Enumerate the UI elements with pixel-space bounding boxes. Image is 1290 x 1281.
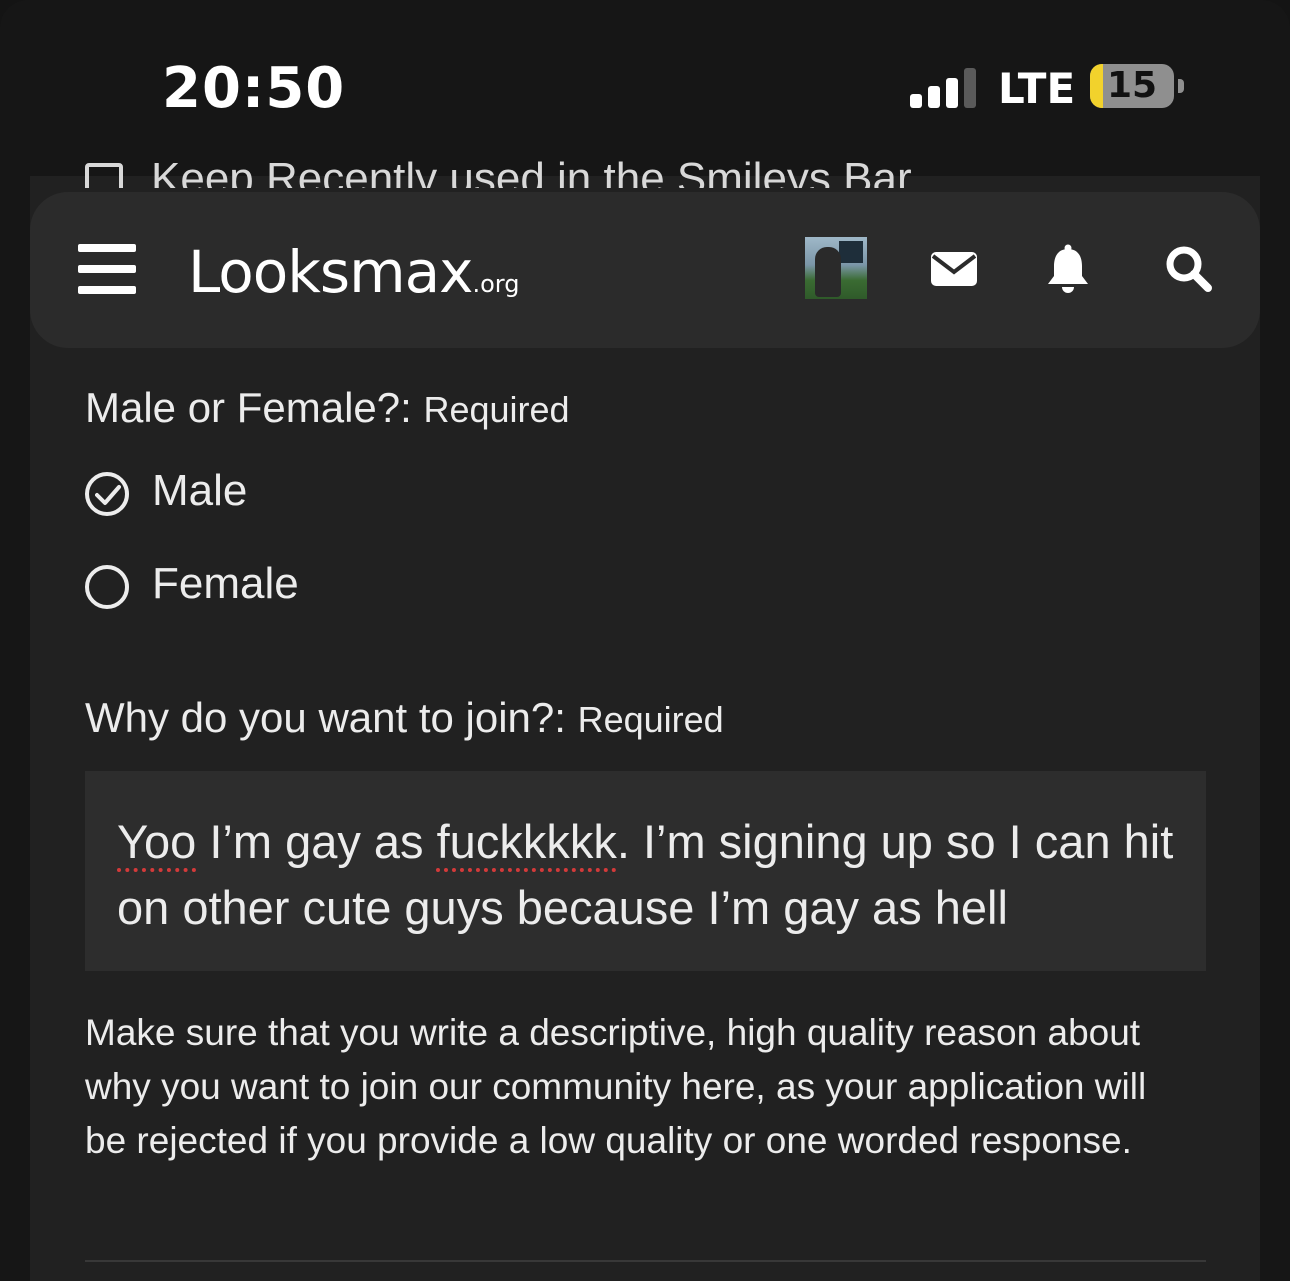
- search-icon[interactable]: [1164, 244, 1214, 294]
- bell-icon[interactable]: [1046, 244, 1096, 294]
- radio-male-label: Male: [152, 466, 248, 515]
- radio-female-label: Female: [152, 559, 299, 608]
- battery-level: 15: [1106, 65, 1158, 106]
- divider: [85, 1260, 1206, 1262]
- menu-icon[interactable]: [78, 244, 136, 294]
- network-label: LTE: [998, 64, 1076, 113]
- checkbox-icon: [85, 163, 123, 188]
- battery-icon: 15: [1090, 64, 1174, 108]
- required-tag: Required: [577, 699, 724, 740]
- reason-help-text: Make sure that you write a descriptive, …: [85, 1012, 1147, 1161]
- mail-icon[interactable]: [930, 244, 980, 294]
- misspelled-word: Yoo: [117, 815, 197, 868]
- signal-icon: [910, 68, 976, 108]
- gender-label: Male or Female?: Required: [85, 384, 570, 431]
- avatar[interactable]: [805, 237, 867, 299]
- required-tag: Required: [423, 389, 570, 430]
- reason-label: Why do you want to join?: Required: [85, 694, 724, 741]
- site-logo[interactable]: Looksmax.org: [188, 238, 519, 306]
- reason-text-part: I’m gay as: [196, 815, 437, 868]
- scrolled-checkbox-row: Keep Recently used in the Smileys Bar: [85, 146, 912, 188]
- logo-text: Looksmax: [188, 238, 473, 306]
- status-time: 20:50: [162, 56, 346, 121]
- radio-checked-icon: [85, 472, 129, 516]
- radio-unchecked-icon: [85, 565, 129, 609]
- misspelled-word: fuckkkkk: [436, 815, 617, 868]
- scrolled-checkbox-label: Keep Recently used in the Smileys Bar: [151, 154, 912, 188]
- logo-suffix: .org: [472, 270, 520, 298]
- battery-tip: [1178, 79, 1184, 93]
- phone-screen: 20:50 LTE 15 Keep Recently used in the S…: [0, 0, 1290, 1281]
- reason-textarea[interactable]: Yoo I’m gay as fuckkkkk. I’m signing up …: [85, 771, 1206, 971]
- top-navbar: Looksmax.org: [30, 192, 1260, 348]
